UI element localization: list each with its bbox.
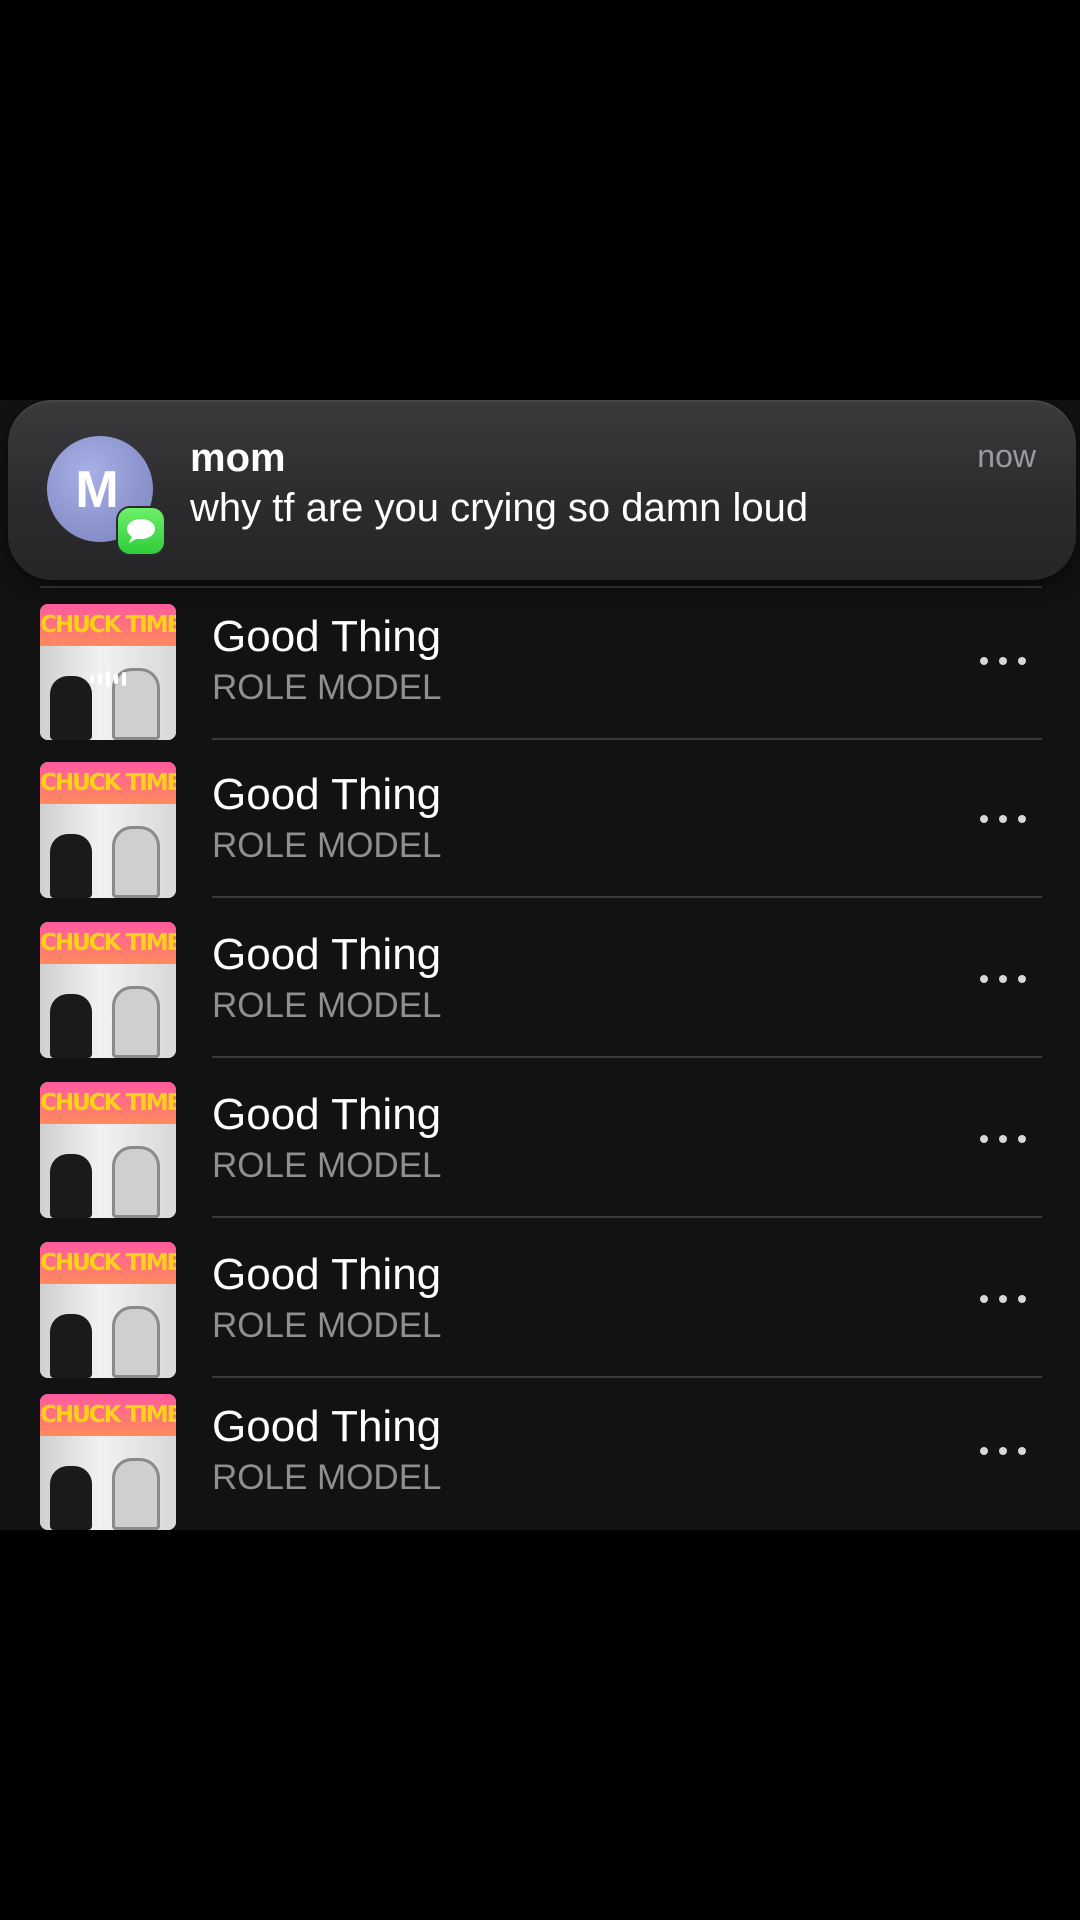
- ellipsis-dot: [980, 1447, 988, 1455]
- album-art-text: CHUCK TIMELY: [40, 762, 176, 804]
- divider: [212, 1056, 1042, 1058]
- now-playing-bar: [106, 671, 110, 687]
- album-art: CHUCK TIMELY: [40, 1242, 176, 1378]
- ellipsis-icon[interactable]: [980, 812, 1026, 826]
- album-art: CHUCK TIMELY: [40, 1394, 176, 1530]
- ellipsis-dot: [980, 1135, 988, 1143]
- divider: [212, 738, 1042, 740]
- ellipsis-icon[interactable]: [980, 972, 1026, 986]
- album-art-text: CHUCK TIMELY: [40, 1242, 176, 1284]
- album-art-figure: [112, 986, 160, 1058]
- album-art-figure: [112, 1458, 160, 1530]
- album-art-photo: [40, 804, 176, 898]
- ellipsis-dot: [1018, 975, 1026, 983]
- ellipsis-dot: [1018, 815, 1026, 823]
- divider: [212, 896, 1042, 898]
- song-artist: ROLE MODEL: [212, 986, 442, 1025]
- song-title: Good Thing: [212, 1402, 442, 1451]
- notification-time: now: [977, 438, 1036, 474]
- divider: [40, 586, 1042, 588]
- album-art: CHUCK TIMELY: [40, 1082, 176, 1218]
- ellipsis-icon[interactable]: [980, 1292, 1026, 1306]
- album-art-figure: [112, 1146, 160, 1218]
- album-art-photo: [40, 1284, 176, 1378]
- ellipsis-dot: [1018, 1135, 1026, 1143]
- song-title: Good Thing: [212, 930, 442, 979]
- now-playing-bar: [114, 674, 118, 684]
- song-artist: ROLE MODEL: [212, 826, 442, 865]
- ellipsis-dot: [980, 657, 988, 665]
- song-row[interactable]: CHUCK TIMELY Good Thing ROLE MODEL: [0, 1380, 1080, 1530]
- song-title: Good Thing: [212, 770, 442, 819]
- song-row[interactable]: CHUCK TIMELY Good Thing ROLE MODEL: [0, 590, 1080, 740]
- song-artist: ROLE MODEL: [212, 668, 442, 707]
- album-art-figure: [112, 1306, 160, 1378]
- ellipsis-dot: [980, 815, 988, 823]
- now-playing-icon: [80, 664, 136, 694]
- notification-message: why tf are you crying so damn loud: [190, 486, 809, 530]
- song-row[interactable]: CHUCK TIMELY Good Thing ROLE MODEL: [0, 908, 1080, 1058]
- album-art-text: CHUCK TIMELY: [40, 922, 176, 964]
- song-row[interactable]: CHUCK TIMELY Good Thing ROLE MODEL: [0, 1228, 1080, 1378]
- album-art-figure: [50, 1154, 92, 1218]
- album-art-photo: [40, 964, 176, 1058]
- ellipsis-dot: [999, 1135, 1007, 1143]
- ellipsis-dot: [999, 1447, 1007, 1455]
- album-art-text: CHUCK TIMELY: [40, 604, 176, 646]
- album-art-figure: [50, 1314, 92, 1378]
- album-art-figure: [50, 834, 92, 898]
- ellipsis-icon[interactable]: [980, 654, 1026, 668]
- album-art-figure: [50, 1466, 92, 1530]
- ellipsis-dot: [1018, 1447, 1026, 1455]
- album-art-figure: [112, 826, 160, 898]
- ellipsis-dot: [1018, 1295, 1026, 1303]
- notification-sender: mom: [190, 436, 286, 480]
- song-artist: ROLE MODEL: [212, 1306, 442, 1345]
- album-art: CHUCK TIMELY: [40, 922, 176, 1058]
- ellipsis-dot: [999, 1295, 1007, 1303]
- album-art-figure: [50, 994, 92, 1058]
- song-artist: ROLE MODEL: [212, 1146, 442, 1185]
- now-playing-bar: [90, 675, 94, 683]
- music-screen: M mom why tf are you crying so damn loud…: [0, 400, 1080, 1530]
- divider: [212, 1216, 1042, 1218]
- album-art-photo: [40, 1124, 176, 1218]
- messages-icon: [118, 508, 164, 554]
- song-artist: ROLE MODEL: [212, 1458, 442, 1497]
- song-row[interactable]: CHUCK TIMELY Good Thing ROLE MODEL: [0, 1068, 1080, 1218]
- ellipsis-icon[interactable]: [980, 1444, 1026, 1458]
- album-art: CHUCK TIMELY: [40, 604, 176, 740]
- ellipsis-dot: [980, 975, 988, 983]
- song-title: Good Thing: [212, 1250, 442, 1299]
- ellipsis-dot: [980, 1295, 988, 1303]
- ellipsis-dot: [1018, 657, 1026, 665]
- now-playing-bar: [122, 672, 126, 686]
- ellipsis-dot: [999, 975, 1007, 983]
- song-title: Good Thing: [212, 612, 442, 661]
- album-art-text: CHUCK TIMELY: [40, 1394, 176, 1436]
- song-row[interactable]: CHUCK TIMELY Good Thing ROLE MODEL: [0, 748, 1080, 898]
- ellipsis-dot: [999, 815, 1007, 823]
- album-art: CHUCK TIMELY: [40, 762, 176, 898]
- divider: [212, 1376, 1042, 1378]
- song-title: Good Thing: [212, 1090, 442, 1139]
- now-playing-bar: [98, 673, 102, 685]
- album-art-photo: [40, 1436, 176, 1530]
- avatar-letter: M: [75, 461, 119, 519]
- ellipsis-icon[interactable]: [980, 1132, 1026, 1146]
- album-art-text: CHUCK TIMELY: [40, 1082, 176, 1124]
- message-notification[interactable]: M mom why tf are you crying so damn loud…: [8, 400, 1076, 580]
- ellipsis-dot: [999, 657, 1007, 665]
